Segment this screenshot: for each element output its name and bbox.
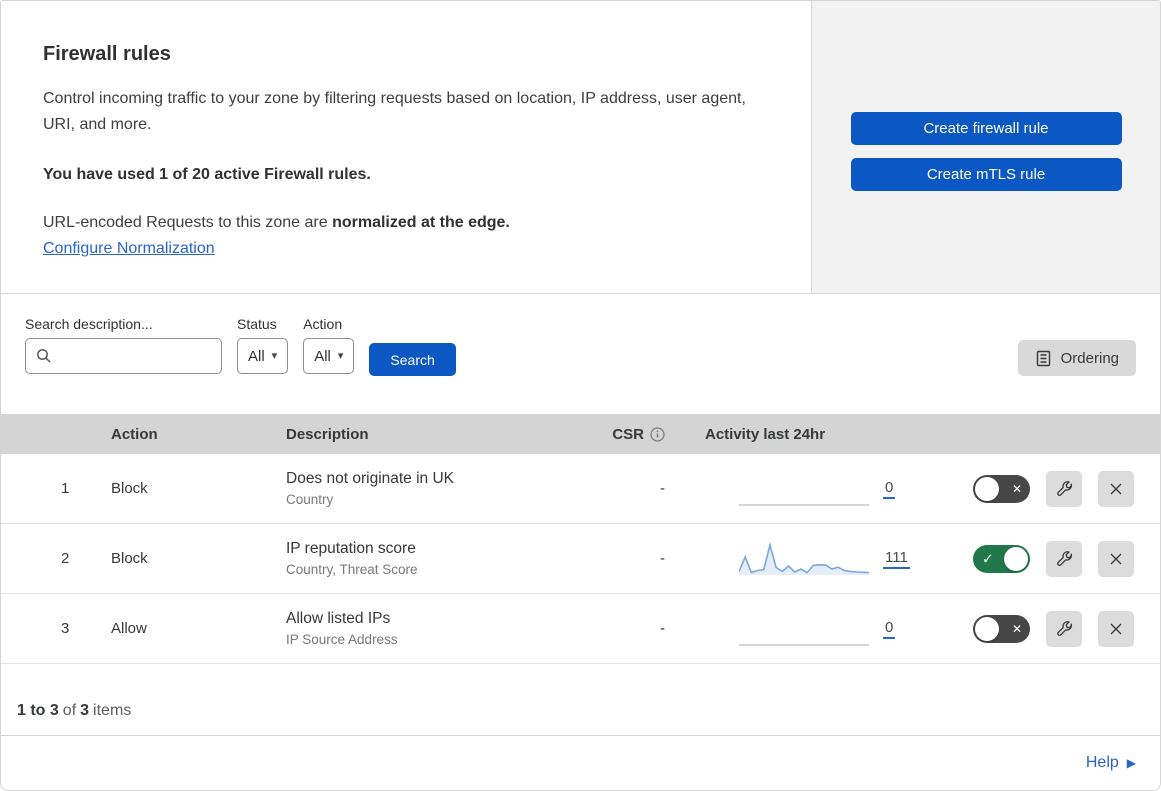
page-description: Control incoming traffic to your zone by…: [43, 90, 746, 133]
rule-activity: 111: [669, 540, 919, 578]
csr-column-label: CSR: [612, 425, 644, 443]
normalization-note-bold: normalized at the edge.: [332, 214, 510, 231]
activity-count-link[interactable]: 0: [883, 619, 896, 639]
activity-sparkline: [739, 541, 869, 575]
page-title: Firewall rules: [43, 43, 171, 65]
usage-summary: You have used 1 of 20 active Firewall ru…: [43, 166, 371, 183]
rule-priority: 1: [61, 480, 70, 497]
rule-action: Block: [111, 480, 148, 497]
rule-description-text: IP reputation score: [286, 540, 416, 557]
pagination-of: of: [62, 701, 77, 719]
search-icon: [36, 348, 52, 364]
normalization-note-text: URL-encoded Requests to this zone are: [43, 214, 328, 231]
rule-enabled-toggle[interactable]: [973, 614, 1030, 643]
rule-enabled-toggle[interactable]: [973, 544, 1030, 573]
help-link-label: Help: [1085, 754, 1119, 771]
rule-description-text: Allow listed IPs: [286, 610, 391, 627]
rule-description-text: Does not originate in UK: [286, 470, 455, 487]
rule-priority: 2: [61, 550, 70, 567]
rule-action: Block: [111, 550, 148, 567]
ordering-button[interactable]: Ordering: [1017, 340, 1136, 376]
rule-fields: IP Source Address: [286, 632, 398, 647]
wrench-icon: [1055, 549, 1074, 568]
status-label: Status: [237, 316, 277, 332]
normalization-note: URL-encoded Requests to this zone are no…: [43, 214, 769, 232]
rule-action: Allow: [111, 620, 147, 637]
csr-column-header: CSR: [612, 426, 669, 443]
search-label: Search description...: [25, 316, 153, 332]
delete-rule-button[interactable]: [1098, 610, 1134, 647]
delete-rule-button[interactable]: [1098, 540, 1134, 577]
table-row: 3 Allow Allow listed IPs IP Source Addre…: [1, 594, 1160, 664]
ordering-list-icon: [1035, 350, 1052, 367]
action-column-header: Action: [111, 425, 158, 443]
rule-csr-value: -: [660, 620, 665, 637]
arrow-right-icon: ▶: [1126, 756, 1136, 770]
search-button[interactable]: Search: [369, 343, 456, 376]
rule-csr-value: -: [660, 550, 665, 567]
activity-count-link[interactable]: 111: [883, 549, 910, 569]
chevron-down-icon: ▾: [271, 349, 278, 362]
delete-rule-button[interactable]: [1098, 470, 1134, 507]
table-header: Action Description CSR Activity last 24h…: [1, 414, 1160, 454]
rule-controls: [919, 470, 1160, 507]
rule-activity: 0: [669, 470, 919, 508]
activity-column-header: Activity last 24hr: [705, 425, 826, 443]
close-icon: [1108, 551, 1124, 567]
table-row: 1 Block Does not originate in UK Country…: [1, 454, 1160, 524]
rule-controls: [919, 540, 1160, 577]
configure-normalization-link[interactable]: Configure Normalization: [43, 240, 215, 257]
intro-card: Firewall rules Control incoming traffic …: [1, 1, 812, 293]
edit-rule-button[interactable]: [1046, 540, 1082, 577]
pagination-summary: 1 to 3 of 3 items: [1, 664, 1160, 736]
help-bar: Help ▶: [1, 736, 1160, 790]
action-select[interactable]: All ▾: [303, 338, 355, 374]
cta-panel: Create firewall rule Create mTLS rule: [812, 1, 1160, 293]
action-select-value: All: [314, 347, 331, 365]
firewall-rules-page: Firewall rules Control incoming traffic …: [0, 0, 1161, 791]
filter-bar: Search description... Status All ▾ Actio…: [1, 294, 1160, 414]
action-filter-group: Action All ▾: [303, 316, 355, 374]
chevron-down-icon: ▾: [337, 349, 344, 362]
info-icon[interactable]: [650, 426, 665, 442]
rule-activity: 0: [669, 610, 919, 648]
rule-controls: [919, 610, 1160, 647]
close-icon: [1108, 621, 1124, 637]
rule-description: Does not originate in UK Country: [264, 470, 569, 507]
pagination-total: 3: [80, 701, 90, 719]
rule-csr-value: -: [660, 480, 665, 497]
wrench-icon: [1055, 479, 1074, 498]
pagination-items-label: items: [93, 701, 132, 719]
rule-priority: 3: [61, 620, 70, 637]
edit-rule-button[interactable]: [1046, 470, 1082, 507]
wrench-icon: [1055, 619, 1074, 638]
activity-sparkline: [739, 503, 869, 506]
rule-enabled-toggle[interactable]: [973, 474, 1030, 503]
intro-section: Firewall rules Control incoming traffic …: [1, 1, 1160, 294]
activity-sparkline: [739, 643, 869, 646]
help-link[interactable]: Help ▶: [1086, 754, 1136, 772]
search-input[interactable]: [58, 346, 211, 366]
rule-fields: Country, Threat Score: [286, 562, 418, 577]
search-box: [25, 338, 222, 374]
status-select[interactable]: All ▾: [237, 338, 289, 374]
description-column-header: Description: [286, 425, 369, 443]
rule-description: IP reputation score Country, Threat Scor…: [264, 540, 569, 577]
activity-count-link[interactable]: 0: [883, 479, 896, 499]
ordering-button-label: Ordering: [1060, 349, 1119, 367]
status-filter-group: Status All ▾: [237, 316, 289, 374]
rule-fields: Country: [286, 492, 334, 507]
create-mtls-rule-button[interactable]: Create mTLS rule: [850, 158, 1122, 191]
table-row: 2 Block IP reputation score Country, Thr…: [1, 524, 1160, 594]
pagination-range: 1 to 3: [17, 701, 59, 719]
rule-description: Allow listed IPs IP Source Address: [264, 610, 569, 647]
create-firewall-rule-button[interactable]: Create firewall rule: [850, 112, 1122, 145]
search-group: Search description...: [25, 316, 222, 374]
action-label: Action: [303, 316, 343, 332]
status-select-value: All: [248, 347, 265, 365]
edit-rule-button[interactable]: [1046, 610, 1082, 647]
close-icon: [1108, 481, 1124, 497]
